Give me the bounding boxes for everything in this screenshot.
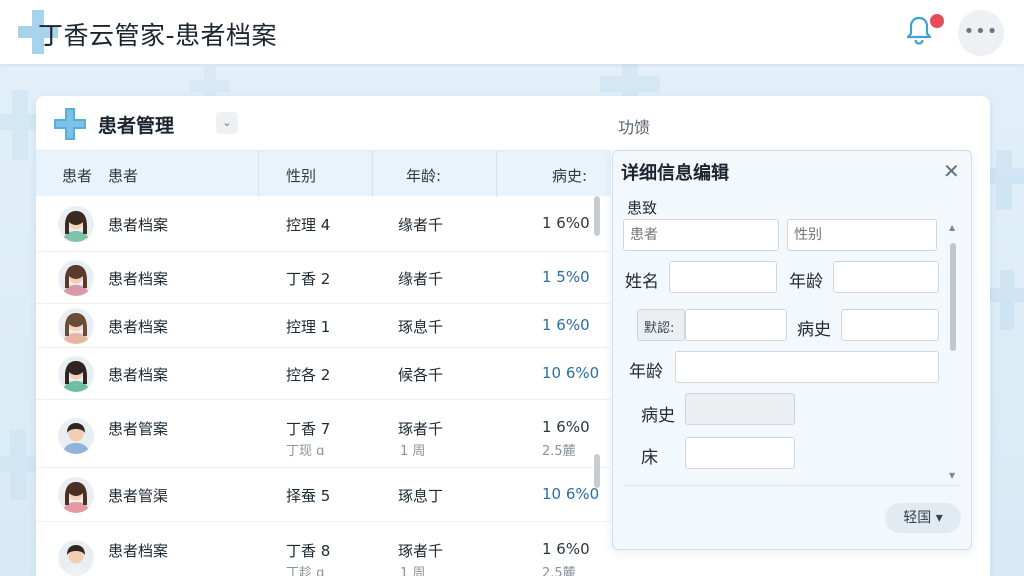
name-input[interactable] xyxy=(669,261,777,293)
history-input[interactable] xyxy=(841,309,939,341)
patient-name: 患者档案 xyxy=(108,542,169,560)
age-subvalue: 1 周 xyxy=(400,444,426,459)
table-row[interactable]: 患者档案 控理 1 琢息千 1 6%0 xyxy=(36,304,611,348)
default-input[interactable] xyxy=(685,309,787,341)
column-header-age[interactable]: 年龄: xyxy=(406,165,441,186)
avatar xyxy=(58,477,94,513)
table-row[interactable]: 患者档案 控各 2 候各千 10 6%0 xyxy=(36,348,611,400)
avatar xyxy=(58,308,94,344)
column-header-gender[interactable]: 性别 xyxy=(286,165,316,186)
gender-subvalue: 丁现 ɑ xyxy=(286,444,325,459)
gender-value: 择蚕 5 xyxy=(286,487,331,505)
gender-value: 丁香 7 xyxy=(286,420,331,438)
age-label-2: 年龄 xyxy=(629,362,663,382)
table-row[interactable]: 患者档案 丁香 8 琢者千 1 6%0 丁趁 ɑ 1 周 2.5麓 xyxy=(36,522,611,576)
history-value: 1 6%0 xyxy=(542,214,590,232)
feature-label: 功馈 xyxy=(618,118,651,137)
column-header-patient-name[interactable]: 患者 xyxy=(108,165,138,186)
card-header: 患者管理 ⌄ 功馈 xyxy=(36,96,990,150)
gender-subvalue: 丁趁 ɑ xyxy=(286,566,325,576)
background-cross-icon xyxy=(0,430,36,500)
column-separator xyxy=(258,151,259,197)
patient-input[interactable] xyxy=(623,219,779,251)
age-value: 候各千 xyxy=(398,366,444,384)
panel-title: 详细信息编辑 xyxy=(621,163,729,184)
detail-edit-panel: 详细信息编辑 ✕ 患致 姓名 年龄 默認: 病史 年龄 病史 床 ▲ ▼ 轻国 … xyxy=(612,150,972,550)
age-value: 琢者千 xyxy=(398,420,444,438)
gender-value: 控理 1 xyxy=(286,318,331,336)
patient-name: 患者档案 xyxy=(108,216,169,234)
panel-divider xyxy=(623,485,961,486)
section-label: 患致 xyxy=(627,199,658,217)
default-tag: 默認: xyxy=(637,309,685,341)
scroll-up-icon[interactable]: ▲ xyxy=(949,223,955,232)
gender-input[interactable] xyxy=(787,219,937,251)
history-value: 1 6%0 xyxy=(542,540,590,558)
column-header-patient[interactable]: 患者 xyxy=(62,165,92,186)
panel-scrollbar-thumb[interactable] xyxy=(950,243,956,351)
patient-name: 患者管案 xyxy=(108,420,169,438)
column-header-history[interactable]: 病史: xyxy=(552,165,587,186)
age-value: 琢者千 xyxy=(398,542,444,560)
notification-badge xyxy=(928,12,946,30)
table-row[interactable]: 患者管渠 择蚕 5 琢息丁 10 6%0 xyxy=(36,468,611,522)
age-label: 年龄 xyxy=(789,272,823,292)
history-input-2[interactable] xyxy=(685,393,795,425)
history-subvalue: 2.5麓 xyxy=(542,566,576,576)
history-label-2: 病史 xyxy=(641,406,675,426)
table-row[interactable]: 患者档案 控理 4 缘者千 1 6%0 xyxy=(36,196,611,252)
action-button[interactable]: 轻国 ▾ xyxy=(885,503,961,533)
background-cross-icon xyxy=(990,270,1024,330)
top-bar: 丁香云管家-患者档案 ••• xyxy=(0,0,1024,64)
table-scrollbar-thumb[interactable] xyxy=(594,454,600,488)
avatar xyxy=(58,540,94,576)
name-label: 姓名 xyxy=(625,272,659,292)
age-input-2[interactable] xyxy=(675,351,939,383)
background-cross-icon xyxy=(984,150,1024,210)
age-value: 缘者千 xyxy=(398,216,444,234)
avatar xyxy=(58,418,94,454)
app-title: 丁香云管家-患者档案 xyxy=(38,21,278,50)
table-header: 患者 患者 性别 年龄: 病史: xyxy=(36,150,611,197)
gender-value: 丁香 8 xyxy=(286,542,331,560)
history-value: 1 5%0 xyxy=(542,268,590,286)
history-value: 10 6%0 xyxy=(542,485,600,503)
patient-name: 患者档案 xyxy=(108,270,169,288)
card-title: 患者管理 xyxy=(98,115,175,137)
history-label: 病史 xyxy=(797,320,831,340)
age-input[interactable] xyxy=(833,261,939,293)
age-value: 缘者千 xyxy=(398,270,444,288)
table-scrollbar-thumb[interactable] xyxy=(594,196,600,236)
history-subvalue: 2.5麓 xyxy=(542,444,576,459)
gender-value: 控理 4 xyxy=(286,216,331,234)
table-scrollbar[interactable] xyxy=(592,196,600,576)
medical-cross-icon xyxy=(54,108,86,140)
gender-value: 控各 2 xyxy=(286,366,331,384)
patient-name: 患者档案 xyxy=(108,366,169,384)
gender-value: 丁香 2 xyxy=(286,270,331,288)
scroll-down-icon[interactable]: ▼ xyxy=(949,471,955,480)
background-cross-icon xyxy=(0,90,40,160)
column-separator xyxy=(372,151,373,197)
age-value: 琢息千 xyxy=(398,318,444,336)
history-value: 1 6%0 xyxy=(542,316,590,334)
table-row[interactable]: 患者管案 丁香 7 琢者千 1 6%0 丁现 ɑ 1 周 2.5麓 xyxy=(36,400,611,468)
history-value: 1 6%0 xyxy=(542,418,590,436)
patient-name: 患者管渠 xyxy=(108,487,169,505)
table-row[interactable]: 患者档案 丁香 2 缘者千 1 5%0 xyxy=(36,252,611,304)
bed-input[interactable] xyxy=(685,437,795,469)
chevron-down-icon[interactable]: ⌄ xyxy=(216,112,238,134)
avatar xyxy=(58,356,94,392)
history-value: 10 6%0 xyxy=(542,364,600,382)
avatar xyxy=(58,260,94,296)
age-subvalue: 1 周 xyxy=(400,566,426,576)
avatar xyxy=(58,206,94,242)
more-options-button[interactable]: ••• xyxy=(958,10,1004,56)
close-icon[interactable]: ✕ xyxy=(943,159,960,183)
bed-label: 床 xyxy=(641,448,658,468)
patient-name: 患者档案 xyxy=(108,318,169,336)
column-separator xyxy=(496,151,497,197)
age-value: 琢息丁 xyxy=(398,487,444,505)
